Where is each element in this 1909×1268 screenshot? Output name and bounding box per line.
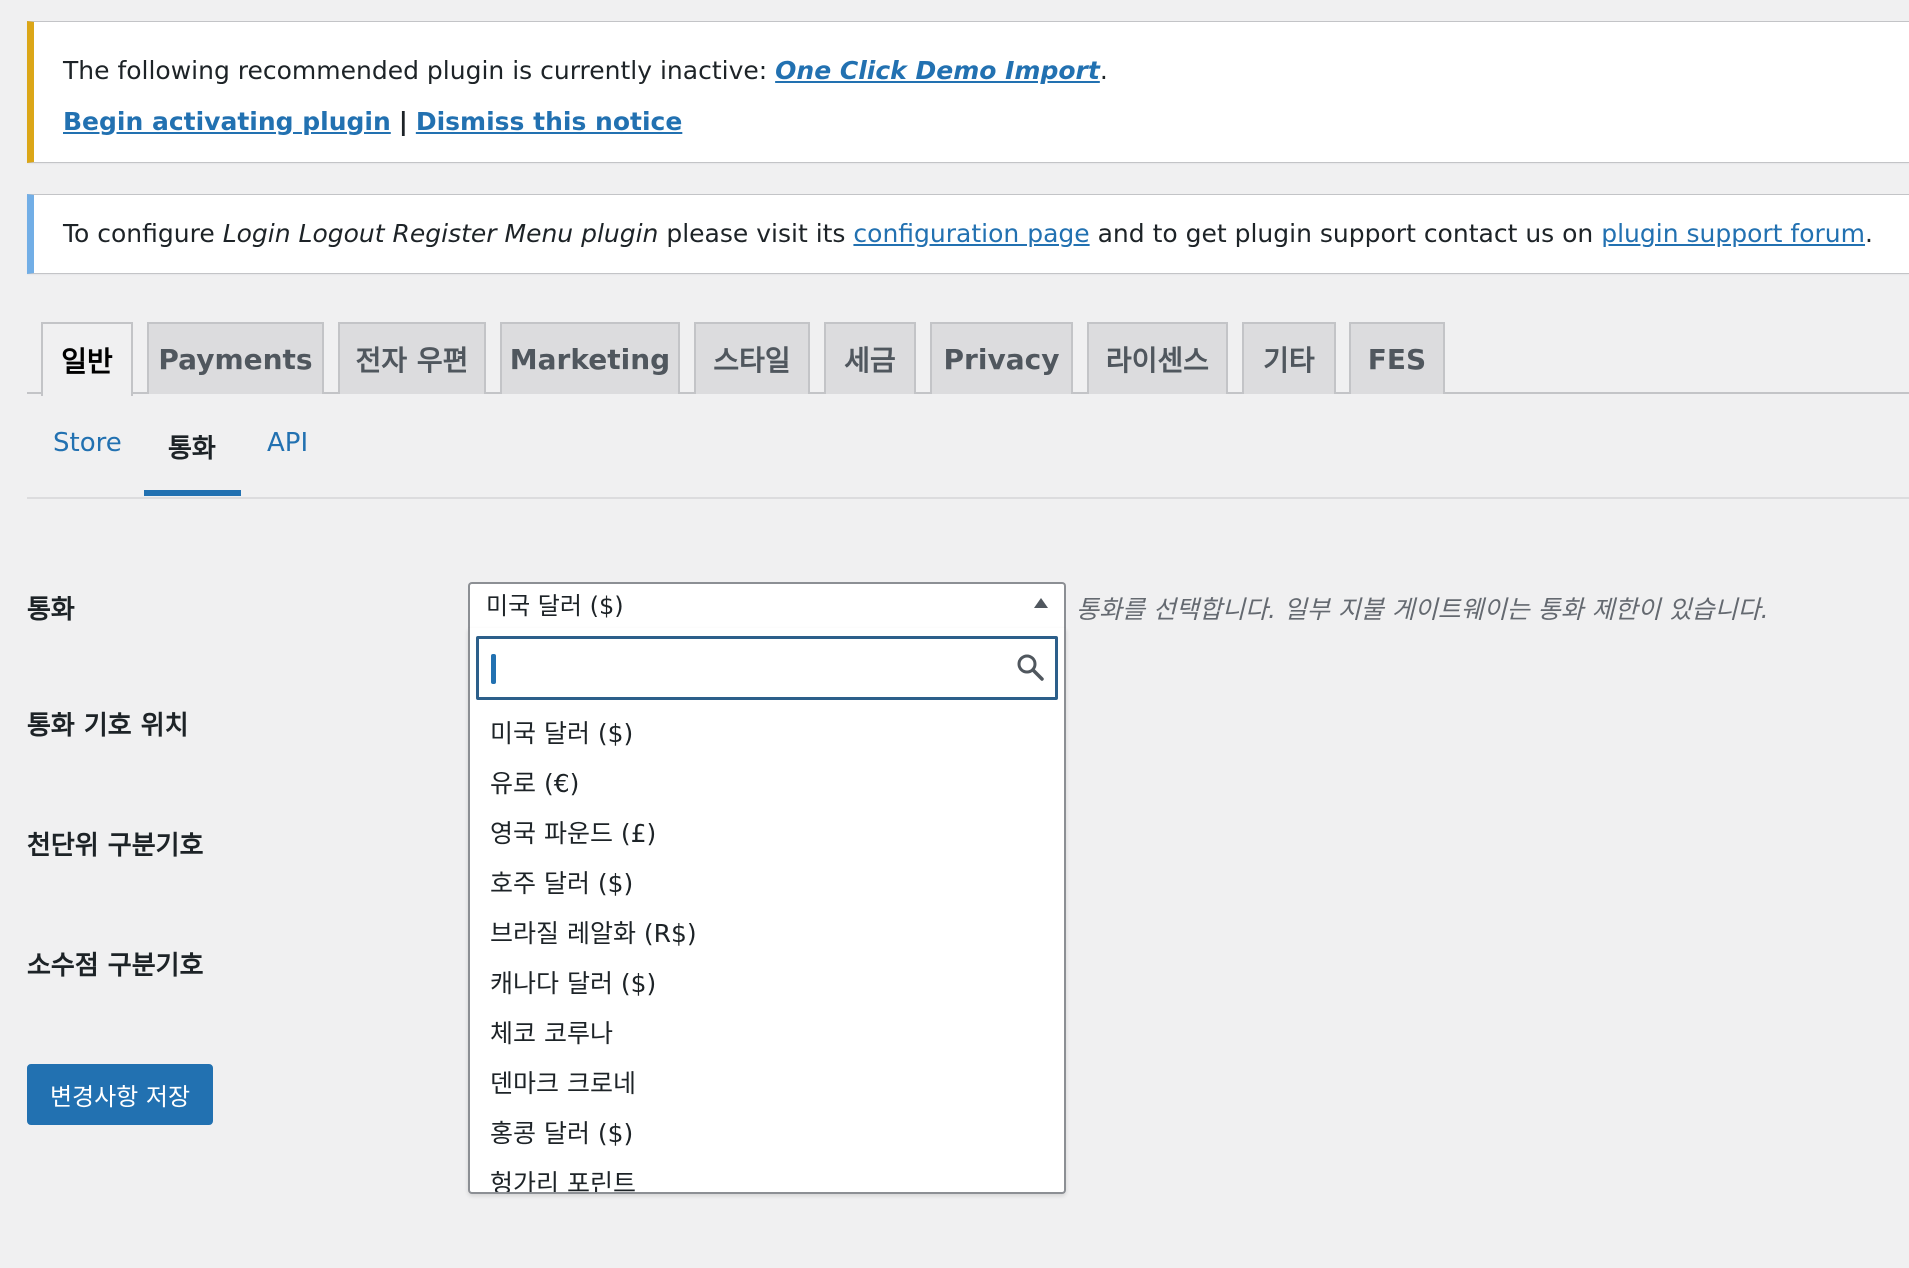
- currency-option[interactable]: 덴마크 크로네: [490, 1064, 636, 1100]
- notice-message: The following recommended plugin is curr…: [63, 56, 1108, 85]
- tab-fes[interactable]: FES: [1349, 322, 1445, 394]
- tab-misc[interactable]: 기타: [1242, 322, 1336, 394]
- thousands-separator-label: 천단위 구분기호: [27, 831, 204, 861]
- plugin-link[interactable]: One Click Demo Import: [775, 56, 1100, 85]
- currency-dropdown: 미국 달러 ($) 유로 (€) 영국 파운드 (£) 호주 달러 ($) 브라…: [468, 628, 1066, 1194]
- currency-option[interactable]: 캐나다 달러 ($): [490, 964, 656, 1000]
- currency-help-text: 통화를 선택합니다. 일부 지불 게이트웨이는 통화 제한이 있습니다.: [1076, 595, 1769, 624]
- config-plugin-name: Login Logout Register Menu plugin: [222, 219, 659, 248]
- save-changes-button[interactable]: 변경사항 저장: [27, 1064, 213, 1125]
- begin-activating-link[interactable]: Begin activating plugin: [63, 107, 391, 136]
- currency-option[interactable]: 미국 달러 ($): [490, 714, 633, 750]
- currency-position-label: 통화 기호 위치: [27, 711, 189, 741]
- currency-option[interactable]: 체코 코루나: [490, 1014, 613, 1050]
- subtab-store[interactable]: Store: [53, 428, 122, 458]
- config-notice-text: To configure Login Logout Register Menu …: [63, 219, 1873, 248]
- currency-option[interactable]: 브라질 레알화 (R$): [490, 914, 697, 950]
- selected-currency: 미국 달러 ($): [486, 592, 624, 620]
- config-text-3: and to get plugin support contact us on: [1097, 219, 1594, 248]
- tab-general[interactable]: 일반: [41, 322, 133, 396]
- tab-payments[interactable]: Payments: [147, 322, 324, 394]
- config-period: .: [1865, 219, 1873, 248]
- currency-label: 통화: [27, 595, 75, 625]
- subtab-api[interactable]: API: [267, 428, 308, 458]
- currency-search-box: [476, 636, 1058, 700]
- tab-email[interactable]: 전자 우편: [338, 322, 486, 394]
- plugin-recommendation-notice: The following recommended plugin is curr…: [27, 21, 1909, 163]
- currency-option[interactable]: 홍콩 달러 ($): [490, 1114, 633, 1150]
- plugin-support-forum-link[interactable]: plugin support forum: [1601, 219, 1865, 248]
- notice-period: .: [1099, 56, 1108, 85]
- config-text-2: please visit its: [666, 219, 846, 248]
- notice-actions: Begin activating plugin | Dismiss this n…: [63, 107, 682, 136]
- tab-taxes[interactable]: 세금: [824, 322, 916, 394]
- subtab-currency[interactable]: 통화: [168, 428, 216, 465]
- search-icon: [1017, 654, 1044, 681]
- config-text-1: To configure: [63, 219, 215, 248]
- active-subtab-indicator: [144, 490, 241, 496]
- configuration-page-link[interactable]: configuration page: [853, 219, 1089, 248]
- notice-text: The following recommended plugin is curr…: [63, 56, 768, 85]
- text-cursor: [491, 654, 496, 684]
- plugin-config-notice: To configure Login Logout Register Menu …: [27, 194, 1909, 274]
- notice-separator: |: [398, 107, 408, 136]
- currency-option[interactable]: 호주 달러 ($): [490, 864, 633, 900]
- currency-option[interactable]: 영국 파운드 (£): [490, 814, 656, 850]
- tab-style[interactable]: 스타일: [694, 322, 810, 394]
- tab-license[interactable]: 라이센스: [1087, 322, 1228, 394]
- subtabs-divider: [27, 497, 1909, 499]
- decimal-separator-label: 소수점 구분기호: [27, 951, 204, 981]
- currency-select[interactable]: 미국 달러 ($): [468, 582, 1066, 630]
- tab-privacy[interactable]: Privacy: [930, 322, 1073, 394]
- currency-option[interactable]: 헝가리 포린트: [490, 1164, 636, 1192]
- tab-marketing[interactable]: Marketing: [500, 322, 680, 394]
- caret-up-icon: [1034, 598, 1048, 608]
- dismiss-notice-link[interactable]: Dismiss this notice: [416, 107, 682, 136]
- currency-option[interactable]: 유로 (€): [490, 764, 579, 800]
- currency-search-input[interactable]: [479, 639, 1055, 697]
